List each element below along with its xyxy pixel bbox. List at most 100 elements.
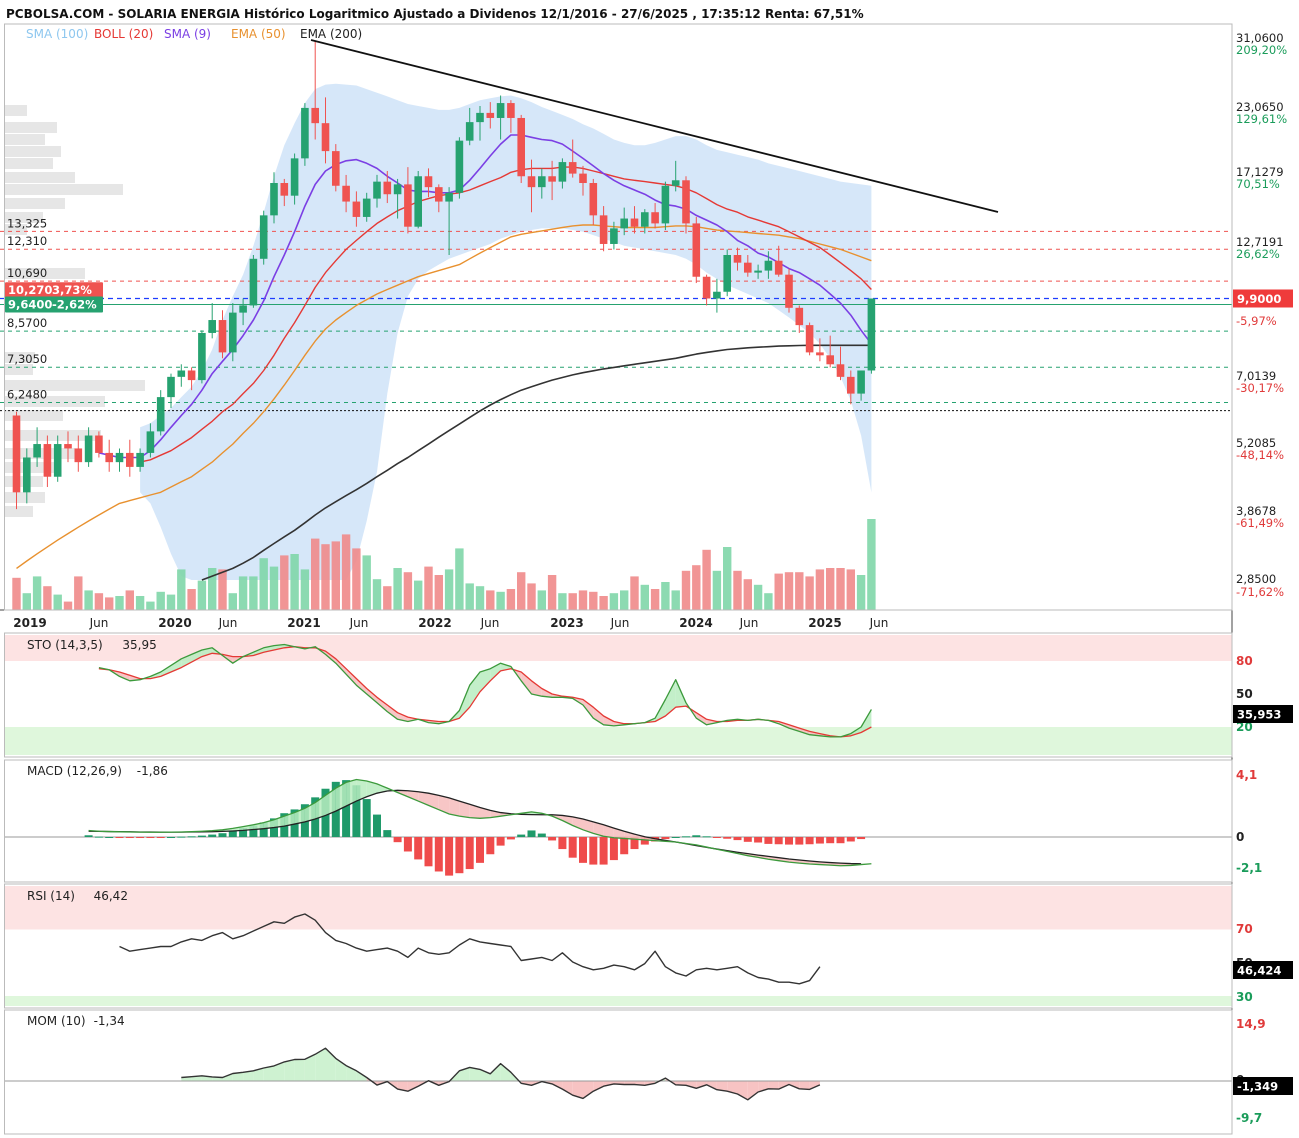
profile-bar xyxy=(5,492,45,503)
candle-body xyxy=(146,431,155,453)
candle-body xyxy=(651,212,659,224)
volume-bar xyxy=(856,575,866,610)
macd-histogram-bar xyxy=(826,837,835,844)
macd-histogram-bar xyxy=(403,837,412,852)
macd-histogram-bar xyxy=(434,837,443,872)
volume-bar xyxy=(414,580,423,610)
macd-histogram-bar xyxy=(115,837,124,838)
macd-histogram-bar xyxy=(125,837,134,838)
macd-histogram-bar xyxy=(393,837,402,843)
macd-histogram-bar xyxy=(589,837,598,865)
macd-histogram-bar xyxy=(682,836,690,838)
candle-body xyxy=(311,107,319,124)
macd-histogram-bar xyxy=(836,837,845,844)
candle-body xyxy=(290,158,299,196)
candle-body xyxy=(198,332,206,381)
volume-bar xyxy=(692,565,701,610)
macd-histogram-bar xyxy=(373,814,381,837)
candle-body xyxy=(671,180,680,186)
volume-bar xyxy=(187,589,196,610)
candle-body xyxy=(249,258,258,306)
legend-item: EMA (50) xyxy=(231,27,286,41)
candle-body xyxy=(445,192,453,202)
volume-bar xyxy=(228,593,237,610)
x-tick-label: 2025 xyxy=(808,616,841,630)
candle-body xyxy=(774,260,783,275)
volume-bar xyxy=(517,572,526,610)
legend-item: SMA (100) xyxy=(26,27,88,41)
macd-histogram-bar xyxy=(754,837,763,843)
macd-histogram-bar xyxy=(94,836,103,838)
candle-body xyxy=(156,397,165,432)
volume-bar xyxy=(475,586,485,610)
pct-tick: 26,62% xyxy=(1236,247,1280,261)
volume-bar xyxy=(764,593,773,610)
candle-body xyxy=(23,457,31,493)
candle-body xyxy=(857,370,865,394)
macd-histogram-bar xyxy=(846,837,855,842)
volume-bar xyxy=(403,572,413,610)
macd-histogram-bar xyxy=(105,837,114,838)
level-label: 10,690 xyxy=(7,266,47,280)
legend-item: BOLL (20) xyxy=(94,27,153,41)
panel-label: MOM (10) xyxy=(27,1014,86,1028)
volume-bar xyxy=(177,569,186,610)
pct-tick: -5,97% xyxy=(1236,314,1277,328)
candle-body xyxy=(826,355,834,365)
x-tick-label: 2021 xyxy=(287,616,320,630)
panel-label: MACD (12,26,9) xyxy=(27,764,122,778)
volume-bar xyxy=(486,590,495,610)
macd-histogram-bar xyxy=(527,830,536,837)
x-tick-label: Jun xyxy=(218,616,238,630)
profile-bar xyxy=(5,122,57,133)
candle-body xyxy=(239,305,247,313)
profile-bar xyxy=(5,172,75,183)
volume-bar xyxy=(846,569,855,610)
macd-histogram-bar xyxy=(465,837,474,870)
volume-bar xyxy=(362,555,371,610)
panel-axis-label: -2,1 xyxy=(1236,861,1262,875)
rsi-oversold-zone xyxy=(5,996,1232,1006)
volume-bar xyxy=(568,593,577,610)
panel-value-tag: 35,953 xyxy=(1237,708,1281,722)
volume-bar xyxy=(12,577,21,610)
candle-body xyxy=(74,448,83,463)
pct-tick: -71,62% xyxy=(1236,585,1284,599)
macd-histogram-bar xyxy=(197,835,206,837)
volume-bar xyxy=(115,596,124,610)
rsi-overbought-zone xyxy=(5,886,1232,930)
volume-bar xyxy=(434,575,443,610)
candle-body xyxy=(661,185,670,224)
macd-histogram-bar xyxy=(506,837,515,840)
candle-body xyxy=(692,223,701,277)
candle-body xyxy=(496,103,505,118)
macd-histogram-bar xyxy=(218,833,227,837)
indicator-legend: SMA (100) BOLL (20) SMA (9) EMA (50) EMA (20… xyxy=(26,27,362,41)
candle-body xyxy=(43,444,52,477)
left-tag-value: 9,6400 xyxy=(8,298,52,312)
candle-body xyxy=(568,162,577,174)
legend-item: EMA (200) xyxy=(300,27,362,41)
mom-fill-up xyxy=(294,1059,305,1081)
volume-bar xyxy=(156,591,165,610)
macd-histogram-bar xyxy=(187,836,196,838)
macd-histogram-bar xyxy=(764,837,773,844)
panel-value: 46,42 xyxy=(94,889,128,903)
candle-body xyxy=(435,187,443,202)
left-tag-pct: -2,62% xyxy=(52,298,97,312)
macd-histogram-bar xyxy=(424,837,433,867)
macd-histogram-bar xyxy=(723,837,732,839)
volume-bar xyxy=(269,566,279,610)
level-label: 8,5700 xyxy=(7,316,47,330)
macd-histogram-bar xyxy=(537,833,546,837)
macd-histogram-bar xyxy=(383,830,392,837)
candle-body xyxy=(84,435,93,463)
macd-histogram-bar xyxy=(167,837,175,838)
panel-axis-label: 0 xyxy=(1236,830,1244,844)
volume-bar xyxy=(784,572,794,610)
profile-bar xyxy=(5,134,45,145)
volume-bar xyxy=(671,590,680,610)
x-tick-label: 2019 xyxy=(13,616,46,630)
volume-bar xyxy=(733,570,742,610)
macd-histogram-bar xyxy=(857,837,866,840)
